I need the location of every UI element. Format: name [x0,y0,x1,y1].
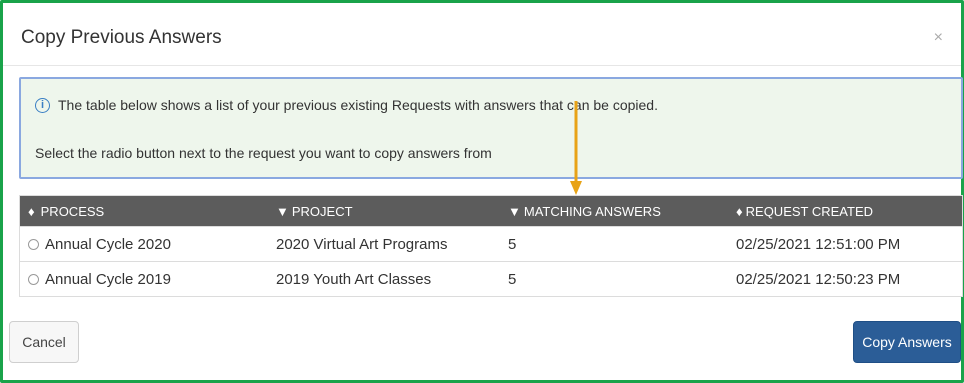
cell-matching-answers: 5 [508,270,517,288]
sort-icon: ♦ [736,203,743,219]
table-row: Annual Cycle 2020 2020 Virtual Art Progr… [20,226,962,261]
table-row: Annual Cycle 2019 2019 Youth Art Classes… [20,261,962,296]
row-radio-button[interactable] [28,273,39,285]
table-header: ♦ PROCESS ▼ PROJECT ▼ MATCHING ANSWERS ♦… [20,196,962,226]
header-divider [3,65,961,66]
sort-desc-icon: ▼ [508,203,521,219]
info-circle-icon: i [35,97,50,113]
cell-request-created: 02/25/2021 12:50:23 PM [736,270,901,288]
copy-previous-answers-dialog: Copy Previous Answers × i The table belo… [0,0,964,383]
column-header-process[interactable]: ♦ PROCESS [20,204,270,219]
column-header-project[interactable]: ▼ PROJECT [270,204,500,219]
info-panel: i The table below shows a list of your p… [19,77,963,179]
cell-process: Annual Cycle 2020 [45,235,171,253]
column-header-request-created[interactable]: ♦ REQUEST CREATED [730,204,962,219]
sort-desc-icon: ▼ [276,203,289,219]
cell-project: 2020 Virtual Art Programs [276,235,448,253]
dialog-title: Copy Previous Answers [21,27,222,48]
annotation-arrow-icon [570,101,582,195]
close-icon[interactable]: × [934,29,943,47]
copy-answers-button[interactable]: Copy Answers [853,321,961,363]
sort-icon: ♦ [28,203,35,219]
previous-requests-table: ♦ PROCESS ▼ PROJECT ▼ MATCHING ANSWERS ♦… [19,195,963,297]
cell-process: Annual Cycle 2019 [45,270,171,288]
row-radio-button[interactable] [28,238,39,250]
info-text-line2: Select the radio button next to the requ… [35,145,492,161]
cell-matching-answers: 5 [508,235,517,253]
cell-project: 2019 Youth Art Classes [276,270,432,288]
column-header-matching-answers[interactable]: ▼ MATCHING ANSWERS [500,204,730,219]
info-text-line1: The table below shows a list of your pre… [58,97,658,113]
cell-request-created: 02/25/2021 12:51:00 PM [736,235,901,253]
cancel-button[interactable]: Cancel [9,321,79,363]
